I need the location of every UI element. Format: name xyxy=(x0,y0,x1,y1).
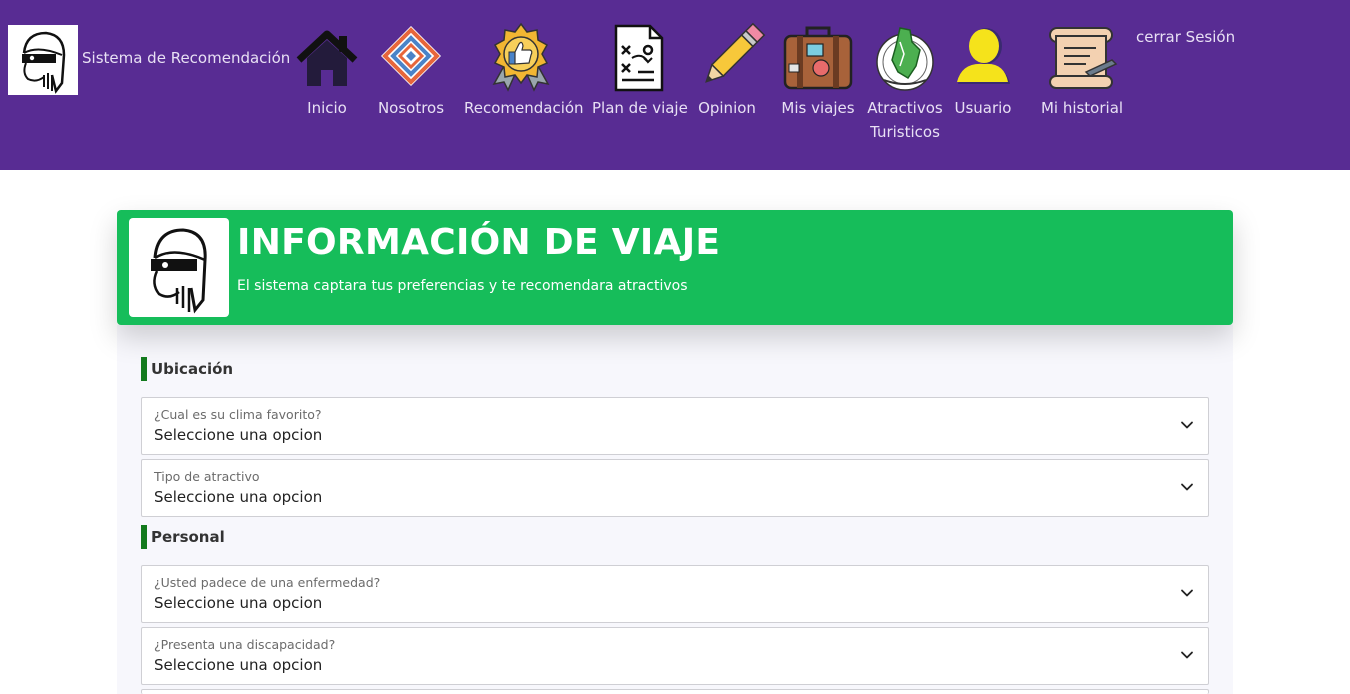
nav-label-line2: Turisticos xyxy=(870,123,940,141)
nav-label: Usuario xyxy=(954,99,1012,117)
nav-label: Nosotros xyxy=(377,99,445,117)
masked-man-logo-icon xyxy=(151,228,207,314)
masked-man-logo-icon xyxy=(22,31,66,94)
nav-item-mis-viajes[interactable]: Mis viajes xyxy=(781,22,855,120)
pencil-icon xyxy=(696,22,766,94)
nav-item-nosotros[interactable]: Nosotros xyxy=(376,22,446,120)
chevron-down-icon xyxy=(1181,421,1193,429)
nav-label: Mis viajes xyxy=(781,99,855,117)
scroll-icon xyxy=(1040,22,1124,94)
clima-favorito-select[interactable]: ¿Cual es su clima favorito? Seleccione u… xyxy=(141,397,1209,455)
nav-item-usuario[interactable]: Usuario xyxy=(954,22,1012,120)
suitcase-icon xyxy=(781,22,855,94)
nav-label: Recomendación xyxy=(464,99,584,117)
field-label: ¿Presenta una discapacidad? xyxy=(154,637,336,652)
amazonas-map-icon xyxy=(866,22,944,94)
nav-item-opinion[interactable]: Opinion xyxy=(696,22,766,120)
nav-label: Mi historial xyxy=(1040,99,1124,117)
field-label: Tipo de atractivo xyxy=(154,469,260,484)
hero-logo xyxy=(129,218,229,317)
nav-item-plan-de-viaje[interactable]: Plan de viaje xyxy=(592,22,688,120)
strategy-plan-icon xyxy=(592,22,684,94)
top-navbar: Sistema de Recomendación Inicio Nosotros xyxy=(0,0,1350,170)
diamond-pattern-icon xyxy=(376,22,446,94)
nav-label: Plan de viaje xyxy=(592,99,688,117)
thumbs-up-badge-icon xyxy=(464,22,578,94)
brand-title[interactable]: Sistema de Recomendación xyxy=(82,49,290,67)
chevron-down-icon xyxy=(1181,483,1193,491)
next-field-select[interactable] xyxy=(141,689,1209,694)
enfermedad-select[interactable]: ¿Usted padece de una enfermedad? Selecci… xyxy=(141,565,1209,623)
field-label: ¿Usted padece de una enfermedad? xyxy=(154,575,381,590)
field-value: Seleccione una opcion xyxy=(154,656,323,674)
chevron-down-icon xyxy=(1181,589,1193,597)
logout-link[interactable]: cerrar Sesión xyxy=(1136,28,1235,46)
chevron-down-icon xyxy=(1181,651,1193,659)
nav-label: Opinion xyxy=(698,99,756,117)
page-title: INFORMACIÓN DE VIAJE xyxy=(237,222,721,263)
page-subtitle: El sistema captara tus preferencias y te… xyxy=(237,278,688,294)
nav-item-atractivos-turisticos[interactable]: Atractivos Turisticos xyxy=(866,22,944,144)
user-silhouette-icon xyxy=(954,22,1012,94)
house-icon xyxy=(292,22,362,94)
brand-logo[interactable] xyxy=(8,25,78,95)
nav-label: Atractivos xyxy=(867,99,943,117)
field-label: ¿Cual es su clima favorito? xyxy=(154,407,322,422)
section-personal: Personal xyxy=(141,525,225,549)
field-value: Seleccione una opcion xyxy=(154,594,323,612)
nav-item-mi-historial[interactable]: Mi historial xyxy=(1040,22,1124,120)
field-value: Seleccione una opcion xyxy=(154,488,323,506)
info-header-card: INFORMACIÓN DE VIAJE El sistema captara … xyxy=(117,210,1233,325)
section-ubicacion: Ubicación xyxy=(141,357,233,381)
field-value: Seleccione una opcion xyxy=(154,426,323,444)
nav-item-recomendacion[interactable]: Recomendación xyxy=(464,22,584,120)
nav-label: Inicio xyxy=(307,99,347,117)
discapacidad-select[interactable]: ¿Presenta una discapacidad? Seleccione u… xyxy=(141,627,1209,685)
tipo-atractivo-select[interactable]: Tipo de atractivo Seleccione una opcion xyxy=(141,459,1209,517)
nav-item-inicio[interactable]: Inicio xyxy=(292,22,362,120)
